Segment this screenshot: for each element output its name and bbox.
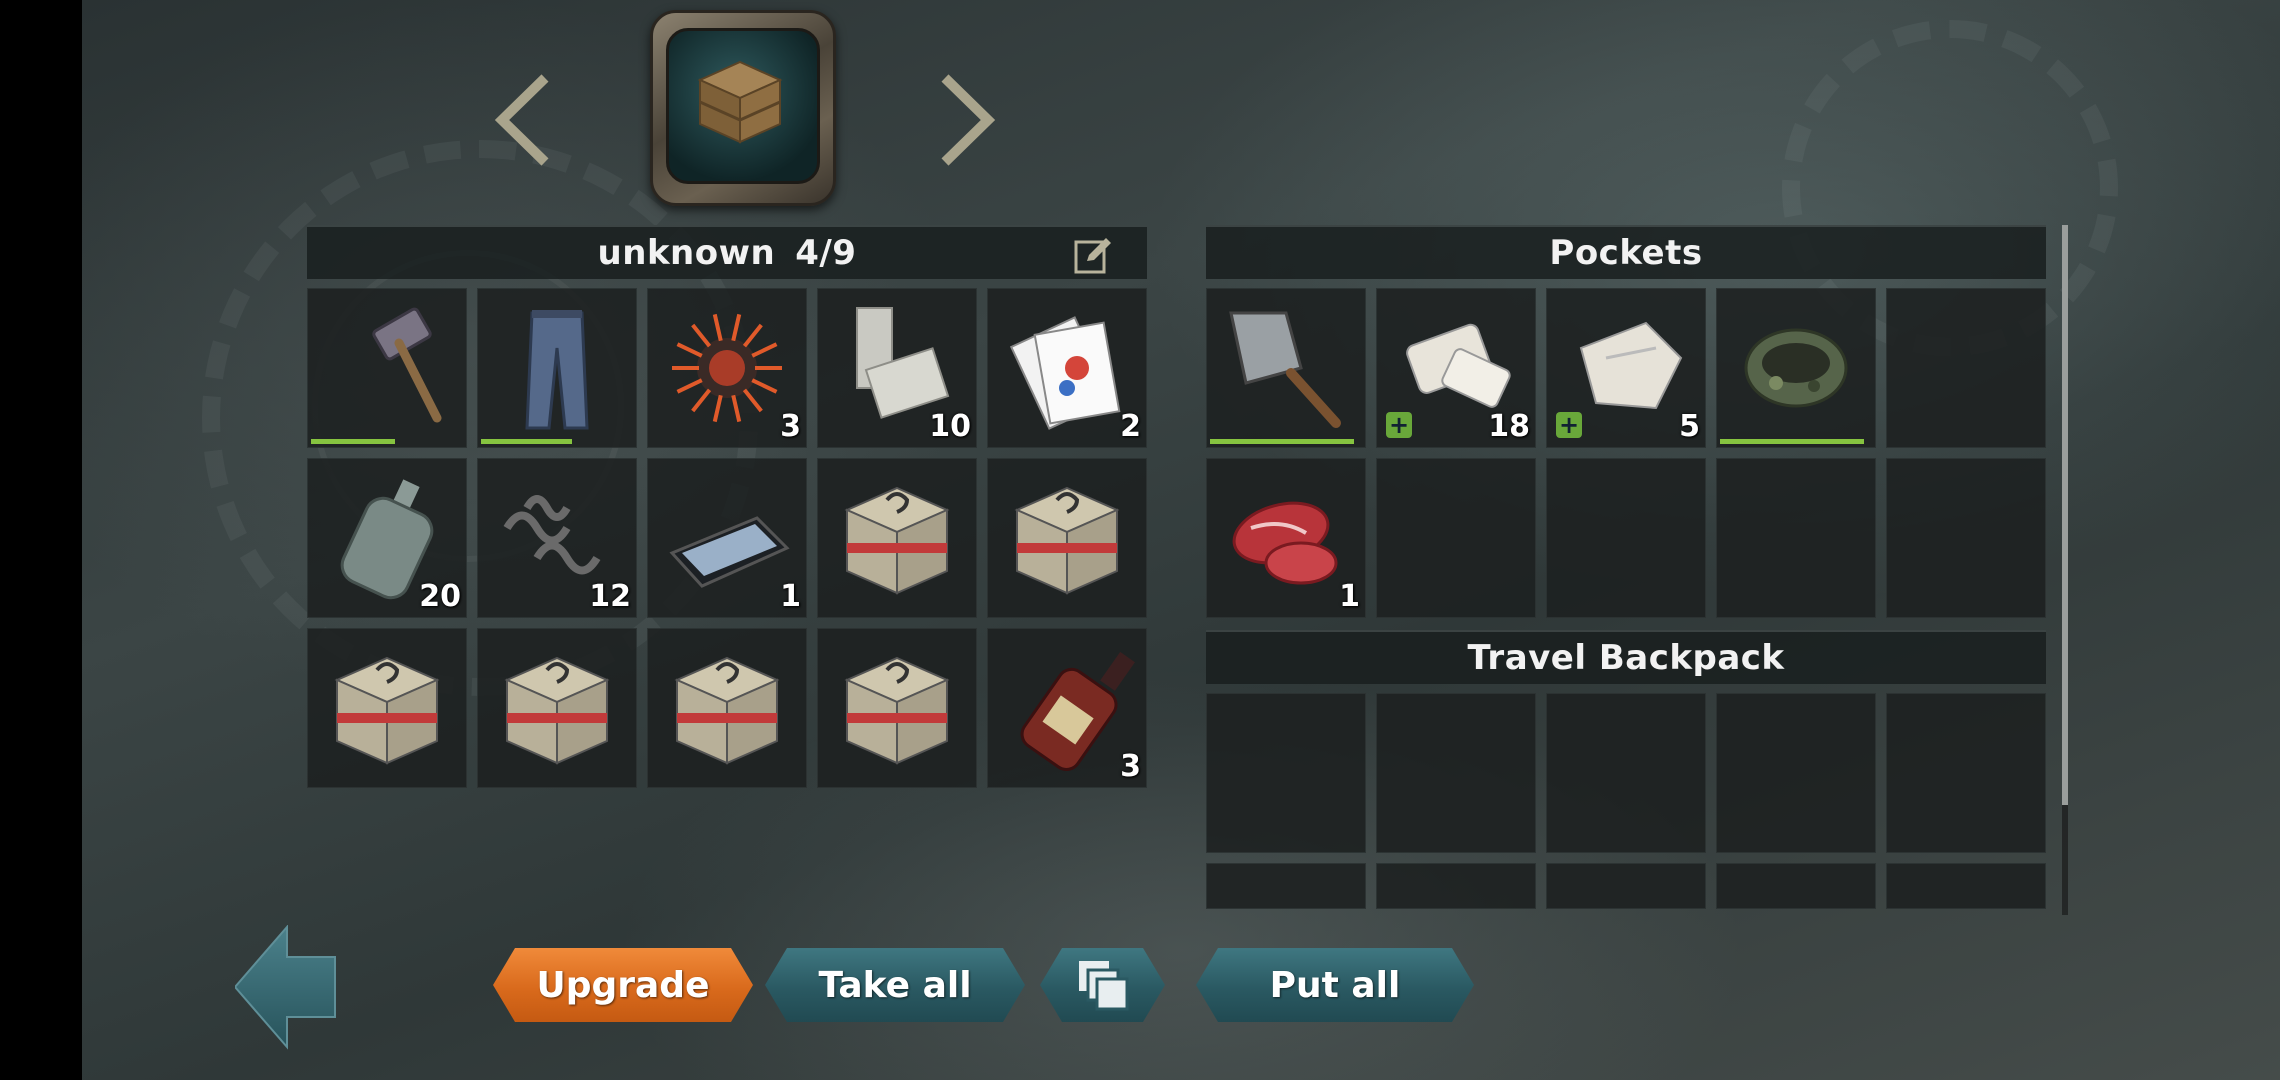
inventory-scrollbar[interactable] — [2062, 225, 2068, 915]
container-name: unknown — [597, 233, 776, 273]
backpack-slot[interactable] — [1376, 693, 1536, 853]
scrollbar-thumb[interactable] — [2062, 225, 2068, 805]
pockets-header: Pockets — [1206, 225, 2046, 279]
mystery-crate-icon — [307, 628, 467, 788]
pockets-slot[interactable] — [1206, 288, 1366, 448]
container-slot[interactable]: 3 — [987, 628, 1147, 788]
container-slot[interactable]: 1 — [647, 458, 807, 618]
backpack-slot[interactable] — [1546, 693, 1706, 853]
backpack-slot[interactable] — [1376, 863, 1536, 909]
crate-icon — [697, 60, 783, 144]
pockets-grid: +18 +5 1 — [1206, 288, 2046, 618]
container-slot[interactable] — [307, 288, 467, 448]
backpack-slot[interactable] — [1716, 693, 1876, 853]
chevron-left-icon — [494, 74, 549, 166]
durability-bar — [1720, 439, 1864, 444]
sledgehammer-icon — [307, 288, 467, 448]
mystery-crate-icon — [477, 628, 637, 788]
pockets-slot[interactable] — [1546, 458, 1706, 618]
mystery-crate-icon — [987, 458, 1147, 618]
container-slot[interactable] — [817, 458, 977, 618]
camo-bandana-icon — [1716, 288, 1876, 448]
container-slot[interactable] — [477, 288, 637, 448]
container-slot[interactable]: 12 — [477, 458, 637, 618]
item-count: 3 — [1120, 749, 1141, 784]
item-count: 1 — [780, 579, 801, 614]
container-slot[interactable]: 10 — [817, 288, 977, 448]
pockets-slot[interactable] — [1886, 288, 2046, 448]
backpack-slot[interactable] — [1886, 693, 2046, 853]
backpack-slot[interactable] — [1716, 863, 1876, 909]
backpack-slot[interactable] — [1886, 863, 2046, 909]
take-all-button[interactable]: Take all — [765, 948, 1025, 1022]
durability-bar — [311, 439, 395, 444]
container-header: unknown 4/9 — [307, 225, 1147, 279]
container-grid: 3 10 2 20 12 1 3 — [307, 288, 1147, 788]
item-count: 10 — [929, 409, 971, 444]
pockets-slot[interactable] — [1376, 458, 1536, 618]
container-slot[interactable] — [647, 628, 807, 788]
stack-items-button[interactable] — [1040, 948, 1165, 1022]
edit-pencil-icon — [1074, 238, 1111, 274]
container-slot[interactable]: 3 — [647, 288, 807, 448]
pockets-slot[interactable] — [1716, 288, 1876, 448]
item-count: 3 — [780, 409, 801, 444]
mystery-crate-icon — [817, 628, 977, 788]
item-count: 2 — [1120, 409, 1141, 444]
durability-bar — [481, 439, 572, 444]
backpack-header: Travel Backpack — [1206, 630, 2046, 684]
mystery-crate-icon — [647, 628, 807, 788]
backpack-slot[interactable] — [1206, 693, 1366, 853]
container-capacity: 4/9 — [795, 233, 857, 273]
pockets-slot[interactable]: 1 — [1206, 458, 1366, 618]
item-count: 5 — [1679, 409, 1700, 444]
put-all-button-label: Put all — [1269, 964, 1401, 1006]
take-all-button-label: Take all — [818, 964, 972, 1006]
container-slot[interactable] — [477, 628, 637, 788]
chevron-right-icon — [941, 74, 996, 166]
pockets-slot[interactable]: +5 — [1546, 288, 1706, 448]
container-slot[interactable] — [987, 458, 1147, 618]
container-slot[interactable] — [817, 628, 977, 788]
upgrade-button-label: Upgrade — [536, 964, 710, 1006]
backpack-slot[interactable] — [1546, 863, 1706, 909]
pockets-slot[interactable] — [1886, 458, 2046, 618]
pockets-slot[interactable] — [1716, 458, 1876, 618]
back-arrow-icon — [233, 924, 336, 1050]
item-count: 18 — [1488, 409, 1530, 444]
container-slot[interactable]: 2 — [987, 288, 1147, 448]
backpack-slot[interactable] — [1206, 863, 1366, 909]
cleaver-icon — [1206, 288, 1366, 448]
put-all-button[interactable]: Put all — [1196, 948, 1474, 1022]
jeans-icon — [477, 288, 637, 448]
stack-copy-icon — [1077, 959, 1129, 1011]
backpack-title: Travel Backpack — [1467, 638, 1785, 678]
backpack-grid — [1206, 693, 2046, 909]
previous-container-arrow[interactable] — [490, 70, 560, 170]
medical-plus-icon: + — [1556, 412, 1582, 438]
back-button[interactable] — [233, 924, 345, 1050]
upgrade-button[interactable]: Upgrade — [493, 948, 753, 1022]
container-type-monitor — [640, 0, 840, 206]
next-container-arrow[interactable] — [930, 70, 1000, 170]
container-slot[interactable] — [307, 628, 467, 788]
item-count: 1 — [1339, 579, 1360, 614]
durability-bar — [1210, 439, 1354, 444]
item-count: 20 — [419, 579, 461, 614]
mystery-crate-icon — [817, 458, 977, 618]
medical-plus-icon: + — [1386, 412, 1412, 438]
pockets-slot[interactable]: +18 — [1376, 288, 1536, 448]
rename-button[interactable] — [1073, 235, 1113, 275]
pockets-title: Pockets — [1549, 233, 1703, 273]
container-slot[interactable]: 20 — [307, 458, 467, 618]
item-count: 12 — [589, 579, 631, 614]
